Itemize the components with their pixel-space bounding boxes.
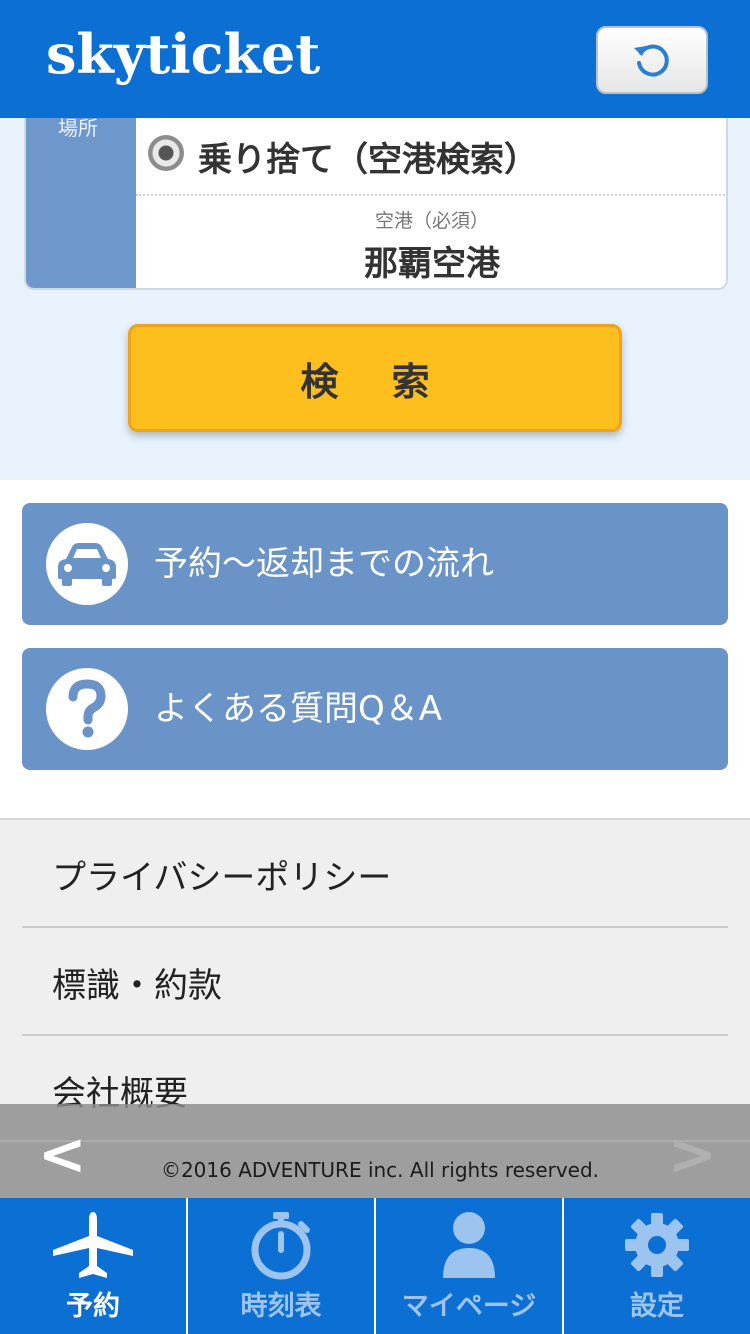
copyright-text: ©2016 ADVENTURE inc. All rights reserved…: [160, 1158, 600, 1182]
tab-settings[interactable]: 設定: [562, 1198, 750, 1334]
car-icon: [46, 523, 128, 605]
airport-select[interactable]: 那覇空港: [136, 236, 726, 285]
question-icon: [46, 668, 128, 750]
browser-bar-divider: [0, 1140, 750, 1142]
gear-icon: [625, 1213, 689, 1277]
location-side-header: 場所: [26, 118, 136, 288]
app-header: skyticket: [0, 0, 750, 118]
location-side-label: 場所: [58, 118, 98, 140]
location-options: 乗り捨て（空港検索） 空港（必須） 那覇空港: [136, 118, 726, 288]
airplane-icon: [53, 1212, 133, 1278]
dropoff-radio[interactable]: [148, 135, 184, 171]
airport-caption: 空港（必須）: [374, 210, 489, 232]
flow-button[interactable]: 予約～返却までの流れ: [22, 503, 728, 625]
flow-button-label: 予約～返却までの流れ: [154, 544, 494, 584]
browser-nav-bar: < > ©2016 ADVENTURE inc. All rights rese…: [0, 1104, 750, 1198]
reload-button[interactable]: [596, 26, 708, 94]
tab-reservation-label: 予約: [66, 1291, 120, 1322]
tab-timetable[interactable]: 時刻表: [186, 1198, 374, 1334]
privacy-policy-link[interactable]: プライバシーポリシー: [22, 820, 728, 928]
privacy-policy-label: プライバシーポリシー: [52, 858, 392, 898]
search-button[interactable]: 検 索: [128, 324, 622, 432]
tab-mypage-label: マイページ: [401, 1291, 537, 1322]
location-card: 場所 乗り捨て（空港検索） 空港（必須） 那覇空港: [24, 118, 728, 290]
terms-link[interactable]: 標識・約款: [22, 928, 728, 1036]
tab-settings-label: 設定: [630, 1291, 684, 1322]
dropoff-radio-row[interactable]: 乗り捨て（空港検索）: [136, 118, 726, 196]
faq-button[interactable]: よくある質問Q＆A: [22, 648, 728, 770]
terms-label: 標識・約款: [52, 966, 222, 1006]
tab-timetable-label: 時刻表: [240, 1291, 322, 1322]
tab-reservation[interactable]: 予約: [0, 1198, 186, 1334]
stopwatch-icon: [251, 1212, 311, 1280]
faq-button-label: よくある質問Q＆A: [154, 689, 443, 729]
tab-bar: 予約 時刻表 マイページ 設定: [0, 1198, 750, 1334]
reload-icon: [634, 44, 669, 77]
person-icon: [443, 1212, 495, 1278]
search-panel: 場所 乗り捨て（空港検索） 空港（必須） 那覇空港 検 索: [0, 118, 750, 480]
dropoff-radio-label: 乗り捨て（空港検索）: [198, 140, 538, 180]
app-logo[interactable]: skyticket: [46, 22, 320, 86]
tab-mypage[interactable]: マイページ: [374, 1198, 562, 1334]
page: skyticket 場所 乗り捨て（空港検索） 空港（必須） 那覇空港 検 索: [0, 0, 750, 1334]
